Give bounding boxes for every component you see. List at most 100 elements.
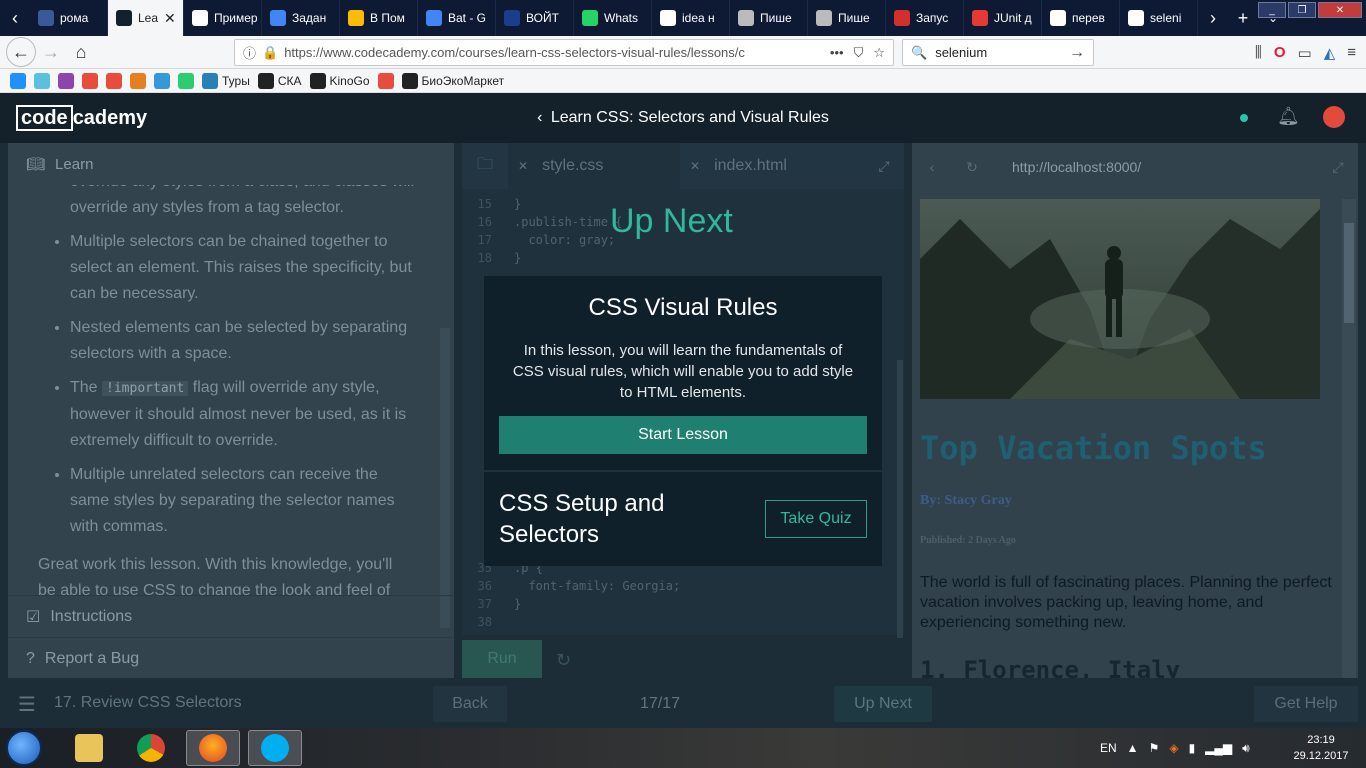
bookmark-star-icon[interactable]: ☆ bbox=[873, 45, 885, 61]
back-arrow-icon[interactable]: ← bbox=[6, 37, 36, 67]
browser-tab[interactable]: Пише bbox=[730, 0, 808, 36]
skype-app[interactable] bbox=[248, 730, 302, 766]
bookmark-item[interactable]: KinoGo bbox=[309, 72, 370, 89]
hamburger-menu-icon[interactable]: ☰ bbox=[18, 692, 36, 717]
preview-back-icon[interactable]: ‹ bbox=[912, 159, 952, 175]
browser-tab[interactable]: Задан bbox=[262, 0, 340, 36]
search-go-icon[interactable]: → bbox=[1069, 44, 1085, 62]
start-lesson-button[interactable]: Start Lesson bbox=[499, 416, 867, 454]
bookmark-item[interactable]: БиоЭкоМаркет bbox=[401, 72, 504, 89]
course-title[interactable]: ‹ Learn CSS: Selectors and Visual Rules bbox=[0, 109, 1366, 127]
take-quiz-button[interactable]: Take Quiz bbox=[765, 500, 867, 538]
opera-icon[interactable]: O bbox=[1274, 44, 1286, 61]
sidebar-icon[interactable]: ▭ bbox=[1298, 44, 1312, 62]
bookmark-item[interactable]: Туры bbox=[202, 72, 250, 89]
menu-icon[interactable]: ≡ bbox=[1347, 44, 1356, 61]
close-tab-icon[interactable]: ✕ bbox=[518, 159, 528, 173]
language-indicator[interactable]: EN bbox=[1100, 741, 1117, 755]
bookmark-item[interactable] bbox=[58, 72, 74, 89]
close-window-icon[interactable]: ✕ bbox=[1318, 2, 1362, 18]
flag-icon[interactable]: ⚑ bbox=[1149, 741, 1160, 755]
new-tab-button[interactable]: + bbox=[1228, 0, 1258, 36]
expand-icon[interactable]: ⤢ bbox=[864, 143, 904, 189]
browser-tab[interactable]: Пише bbox=[808, 0, 886, 36]
expand-icon[interactable]: ⤢ bbox=[1318, 159, 1358, 176]
start-button[interactable] bbox=[6, 730, 42, 766]
address-bar[interactable]: ⓘ 🔒 https://www.codecademy.com/courses/l… bbox=[234, 39, 894, 66]
close-tab-icon[interactable]: ✕ bbox=[164, 10, 176, 27]
library-icon[interactable]: ⫼ bbox=[1255, 44, 1262, 61]
browser-tab[interactable]: Lea ✕ bbox=[108, 0, 184, 36]
bookmark-favicon-icon bbox=[309, 72, 326, 89]
sync-icon[interactable]: ◭ bbox=[1324, 44, 1336, 62]
browser-tab[interactable]: В Пом bbox=[340, 0, 418, 36]
avast-icon[interactable]: ◈ bbox=[1169, 741, 1178, 755]
bookmark-item[interactable] bbox=[106, 72, 122, 89]
run-button[interactable]: Run bbox=[462, 640, 542, 678]
reset-icon[interactable]: ↻ bbox=[556, 650, 571, 671]
tab-label: ВОЙТ bbox=[526, 11, 559, 25]
closing-paragraph: Great work this lesson. With this knowle… bbox=[38, 556, 393, 595]
browser-tab[interactable]: ВОЙТ bbox=[496, 0, 574, 36]
bookmark-item[interactable] bbox=[154, 72, 170, 89]
learn-scrollbar[interactable] bbox=[440, 328, 450, 628]
info-icon[interactable]: ⓘ bbox=[243, 43, 256, 62]
tab-style-css[interactable]: ✕ style.css bbox=[508, 143, 680, 189]
tab-scroll-left-icon[interactable]: ‹ bbox=[0, 0, 30, 36]
back-chevron-icon: ‹ bbox=[537, 109, 543, 126]
bookmark-item[interactable] bbox=[82, 72, 98, 89]
code-line: 37} bbox=[462, 595, 904, 613]
instructions-section[interactable]: ☑ Instructions bbox=[8, 595, 454, 637]
volume-icon[interactable]: 🔊︎ bbox=[1242, 741, 1250, 756]
browser-tab[interactable]: перев bbox=[1042, 0, 1120, 36]
tab-favicon-icon bbox=[1128, 10, 1144, 26]
bookmark-item[interactable] bbox=[34, 72, 50, 89]
tab-learn[interactable]: 📖︎ Learn bbox=[8, 143, 454, 185]
report-bug-link[interactable]: ? Report a Bug bbox=[8, 637, 454, 679]
browser-tab[interactable]: seleni bbox=[1120, 0, 1198, 36]
browser-tab[interactable]: Whats bbox=[574, 0, 652, 36]
folder-icon[interactable]: 🗀 bbox=[462, 143, 508, 189]
bookmark-item[interactable] bbox=[10, 72, 26, 89]
get-help-button[interactable]: Get Help bbox=[1254, 686, 1358, 722]
page-actions-icon[interactable]: ••• bbox=[830, 45, 844, 60]
bookmark-item[interactable] bbox=[130, 72, 146, 89]
search-bar[interactable]: 🔍 selenium → bbox=[902, 39, 1094, 66]
forward-arrow-icon[interactable]: → bbox=[36, 37, 66, 67]
clock[interactable]: 23:19 29.12.2017 bbox=[1286, 732, 1356, 764]
minimize-icon[interactable]: _ bbox=[1258, 2, 1286, 18]
firefox-app[interactable] bbox=[186, 730, 240, 766]
up-next-button[interactable]: Up Next bbox=[834, 686, 932, 722]
editor-scrollbar[interactable] bbox=[897, 360, 903, 638]
tab-index-html[interactable]: ✕ index.html bbox=[680, 143, 852, 189]
tray-expand-icon[interactable]: ▲ bbox=[1127, 741, 1139, 755]
bookmark-item[interactable]: СКА bbox=[257, 72, 302, 89]
close-tab-icon[interactable]: ✕ bbox=[690, 159, 700, 173]
pocket-icon[interactable]: ⛉ bbox=[854, 45, 864, 61]
browser-tab[interactable]: рома bbox=[30, 0, 108, 36]
browser-tab[interactable]: Bat - G bbox=[418, 0, 496, 36]
chrome-app[interactable] bbox=[124, 730, 178, 766]
lesson-name[interactable]: 17. Review CSS Selectors bbox=[54, 694, 242, 712]
browser-tab[interactable]: Пример м bbox=[184, 0, 262, 36]
preview-url[interactable]: http://localhost:8000/ bbox=[1012, 159, 1141, 175]
list-item: Multiple unrelated selectors can receive… bbox=[70, 462, 416, 540]
bookmark-favicon-icon bbox=[82, 72, 98, 89]
browser-tab[interactable]: JUnit д bbox=[964, 0, 1042, 36]
tab-scroll-right-icon[interactable]: › bbox=[1198, 0, 1228, 36]
network-icon[interactable]: ▂▄▆ bbox=[1205, 741, 1232, 755]
preview-refresh-icon[interactable]: ↻ bbox=[952, 159, 992, 176]
preview-scroll-thumb[interactable] bbox=[1344, 223, 1354, 323]
bell-icon[interactable]: 🔔︎ bbox=[1277, 106, 1300, 127]
home-icon[interactable]: ⌂ bbox=[66, 37, 96, 67]
browser-tab[interactable]: Запус bbox=[886, 0, 964, 36]
back-button[interactable]: Back bbox=[433, 686, 507, 722]
restore-icon[interactable]: ❐ bbox=[1288, 2, 1316, 18]
explorer-app[interactable] bbox=[62, 730, 116, 766]
bookmark-item[interactable] bbox=[178, 72, 194, 89]
battery-icon[interactable]: ▮ bbox=[1189, 741, 1196, 755]
browser-tab[interactable]: idea н bbox=[652, 0, 730, 36]
bookmark-favicon-icon bbox=[178, 72, 194, 89]
avatar[interactable] bbox=[1323, 106, 1345, 128]
bookmark-item[interactable] bbox=[377, 72, 394, 89]
